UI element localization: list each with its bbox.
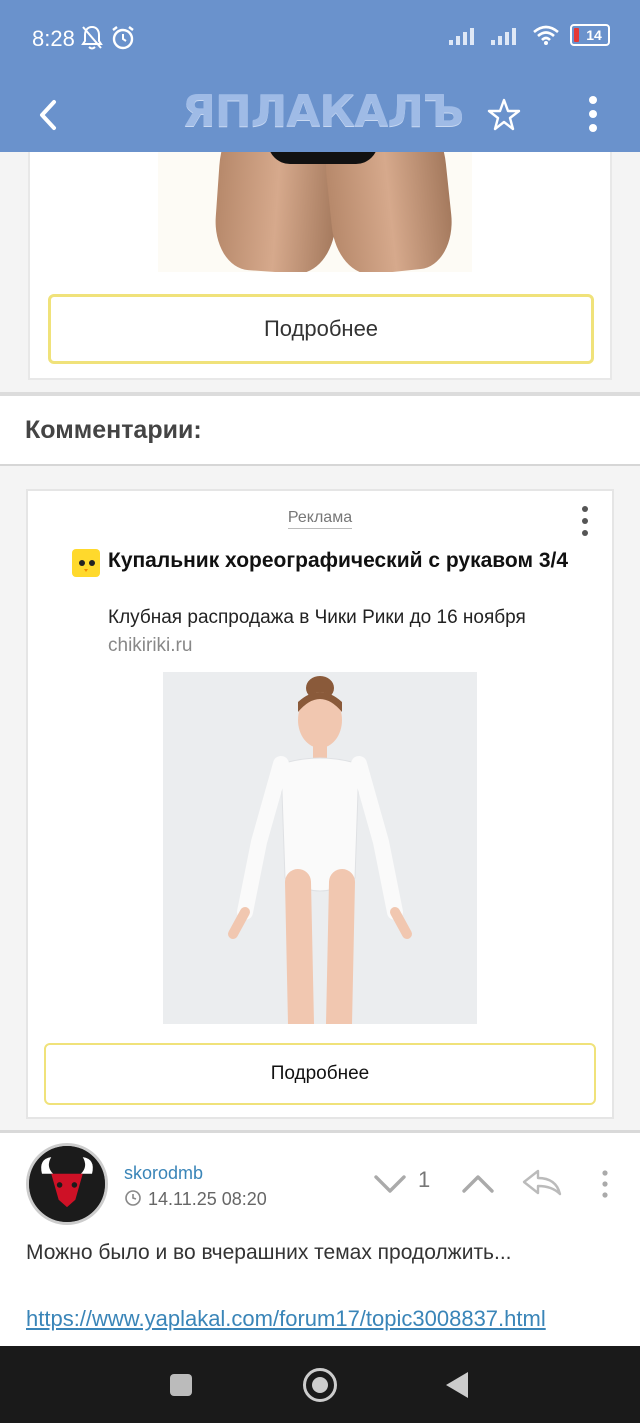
comment-link[interactable]: https://www.yaplakal.com/forum17/topic30… (26, 1303, 586, 1335)
comments-header: Комментарии: (0, 396, 640, 466)
status-time: 8:28 (32, 26, 75, 51)
ad-label: Реклама (28, 509, 612, 529)
app-logo[interactable]: ЯПЛАКАЛЪ (182, 86, 464, 137)
comment-item: skorodmb 14.11.25 08:20 1 Можно было и в… (0, 1133, 640, 1346)
signal-icon (491, 28, 516, 45)
ad-title[interactable]: Купальник хореографический с рукавом 3/4 (108, 547, 588, 575)
ad-card[interactable]: Реклама Купальник хореографический с рук… (26, 489, 614, 1119)
more-vertical-icon[interactable] (578, 88, 608, 142)
ad-description: Клубная распродажа в Чики Рики до 16 ноя… (108, 607, 526, 628)
wifi-icon (533, 25, 559, 45)
back-arrow-icon[interactable] (28, 90, 68, 140)
post-image-shape (212, 152, 344, 272)
signal-icon (449, 28, 474, 45)
clock-icon (125, 1190, 141, 1206)
star-icon[interactable] (484, 90, 524, 140)
avatar[interactable] (26, 1143, 108, 1225)
vote-up-icon[interactable] (460, 1171, 496, 1195)
recents-icon[interactable] (170, 1374, 192, 1396)
comment-timestamp: 14.11.25 08:20 (148, 1189, 267, 1209)
ad-image[interactable] (163, 672, 477, 1024)
comment-text: Можно было и во вчерашних темах продолжи… (26, 1241, 512, 1264)
status-bar: 8:28 14 (0, 0, 640, 80)
comment-more-icon[interactable] (600, 1169, 610, 1199)
back-triangle-icon[interactable] (446, 1372, 468, 1398)
ad-domain[interactable]: chikiriki.ru (108, 635, 192, 657)
home-icon[interactable] (303, 1368, 337, 1402)
status-icons-left (80, 24, 136, 52)
vote-down-icon[interactable] (372, 1171, 408, 1195)
battery-level: 14 (586, 27, 602, 43)
content-area[interactable]: Подробнее Комментарии: Реклама Купальник… (0, 152, 640, 1346)
post-more-button[interactable]: Подробнее (48, 294, 594, 364)
post-card: Подробнее (28, 152, 612, 380)
reply-icon[interactable] (520, 1167, 564, 1197)
post-image[interactable] (158, 152, 472, 272)
battery-icon: 14 (570, 24, 610, 46)
ad-more-button[interactable]: Подробнее (44, 1043, 596, 1105)
vote-count: 1 (418, 1167, 431, 1192)
ad-label-text: Реклама (287, 509, 353, 529)
post-image-shape (268, 152, 378, 164)
comments-title: Комментарии: (25, 416, 202, 444)
chick-icon (72, 549, 100, 577)
comment-username[interactable]: skorodmb (124, 1163, 203, 1184)
alarm-icon (112, 26, 134, 50)
post-image-shape (319, 152, 457, 272)
status-icons-right: 14 (448, 24, 610, 46)
system-nav-bar (0, 1346, 640, 1423)
ad-more-icon[interactable] (578, 503, 592, 539)
app-bar: ЯПЛАКАЛЪ (0, 80, 640, 152)
notifications-off-icon (81, 25, 103, 50)
